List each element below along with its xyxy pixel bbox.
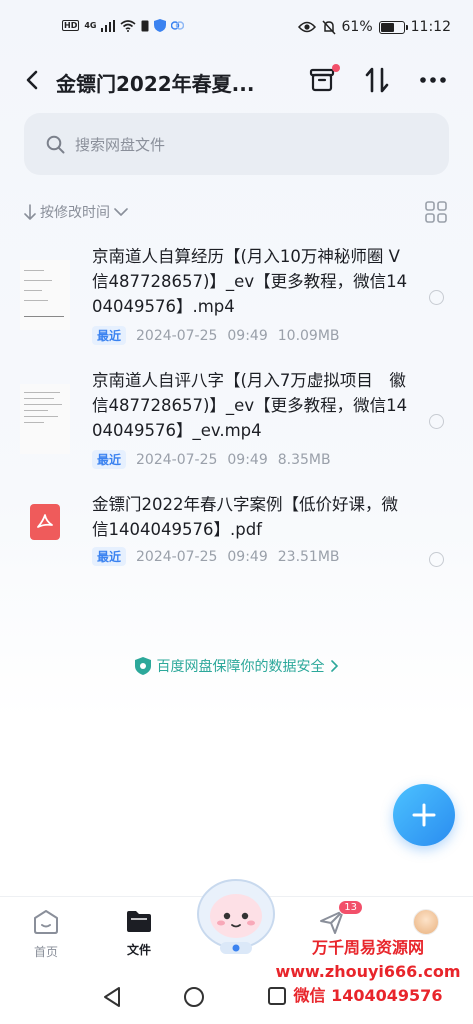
- file-meta: 最近 2024-07-25 09:49 8.35MB: [92, 450, 331, 469]
- system-navigation-bar: [0, 972, 473, 1024]
- file-name: 京南道人自算经历【(月入10万神秘师圈 V信487728657)】_ev【更多教…: [92, 247, 408, 316]
- video-thumbnail-icon: [20, 384, 70, 454]
- tab-messages[interactable]: 13: [302, 900, 363, 938]
- sort-arrows-icon: [365, 67, 389, 93]
- battery-percent: 61%: [341, 19, 373, 35]
- system-home-icon[interactable]: [183, 986, 205, 1008]
- transfer-list-button[interactable]: [306, 64, 340, 96]
- sort-button[interactable]: [361, 64, 393, 96]
- security-notice-text: 百度网盘保障你的数据安全: [156, 659, 325, 675]
- security-notice[interactable]: 百度网盘保障你的数据安全: [0, 656, 473, 676]
- pdf-glyph-icon: [37, 514, 53, 528]
- hd-badge: HD: [62, 20, 80, 31]
- network-type: 4G: [84, 21, 97, 30]
- file-list: 京南道人自算经历【(月入10万神秘师圈 V信487728657)】_ev【更多教…: [0, 236, 473, 594]
- status-left: HD 4G: [62, 19, 185, 32]
- cloud-shield-icon: [134, 657, 151, 675]
- select-checkbox[interactable]: [429, 414, 444, 429]
- app-notification-icon: [171, 21, 185, 30]
- status-right: 61% 11:12: [297, 19, 451, 35]
- tab-profile[interactable]: [396, 909, 456, 935]
- tab-files[interactable]: 文件: [109, 909, 169, 958]
- file-time: 09:49: [227, 327, 268, 344]
- file-time: 09:49: [227, 548, 268, 565]
- recent-badge: 最近: [92, 326, 127, 345]
- recent-badge: 最近: [92, 450, 127, 469]
- unread-count-badge: 13: [338, 900, 363, 915]
- back-button[interactable]: [18, 66, 46, 94]
- file-date: 2024-07-25: [136, 451, 218, 468]
- tab-label: 首页: [33, 945, 58, 959]
- file-meta: 最近 2024-07-25 09:49 23.51MB: [92, 547, 340, 566]
- mute-icon: [321, 19, 336, 35]
- send-icon-wrap: 13: [319, 900, 363, 938]
- file-date: 2024-07-25: [136, 548, 218, 565]
- file-size: 8.35MB: [277, 451, 331, 468]
- tab-home[interactable]: 首页: [16, 909, 76, 960]
- recent-badge: 最近: [92, 547, 127, 566]
- list-item[interactable]: 金镖门2022年春八字案例【低价好课，微信1404049576】.pdf 最近 …: [0, 484, 473, 594]
- search-input[interactable]: 搜索网盘文件: [24, 113, 449, 175]
- file-name: 京南道人自评八字【(月入7万虚拟项目 徽信487728657)】_ev【更多教程…: [92, 371, 408, 440]
- grid-view-icon[interactable]: [425, 201, 447, 223]
- search-icon: [46, 135, 65, 153]
- file-name: 金镖门2022年春八字案例【低价好课，微信1404049576】.pdf: [92, 495, 398, 539]
- system-recents-icon[interactable]: [267, 986, 287, 1006]
- clock: 11:12: [410, 19, 451, 35]
- tab-label: 文件: [126, 943, 151, 957]
- avatar: [413, 909, 439, 935]
- sort-dropdown[interactable]: 按修改时间: [40, 202, 110, 222]
- shield-icon: [154, 19, 167, 32]
- file-size: 23.51MB: [277, 548, 340, 565]
- list-item[interactable]: 京南道人自算经历【(月入10万神秘师圈 V信487728657)】_ev【更多教…: [0, 236, 473, 360]
- notification-dot: [332, 64, 340, 72]
- more-button[interactable]: [417, 64, 449, 96]
- battery-level: [380, 22, 394, 32]
- plus-icon: [412, 803, 436, 827]
- add-button[interactable]: [393, 784, 455, 846]
- signal-icon: [101, 19, 116, 32]
- file-time: 09:49: [227, 451, 268, 468]
- list-item[interactable]: 京南道人自评八字【(月入7万虚拟项目 徽信487728657)】_ev【更多教程…: [0, 360, 473, 484]
- folder-icon: [127, 911, 151, 932]
- sort-row: 按修改时间: [24, 198, 449, 226]
- file-size: 10.09MB: [277, 327, 340, 344]
- select-checkbox[interactable]: [429, 290, 444, 305]
- file-date: 2024-07-25: [136, 327, 218, 344]
- select-checkbox[interactable]: [429, 552, 444, 567]
- chevron-left-icon: [26, 70, 38, 90]
- nav-bar: 金镖门2022年春夏...: [0, 56, 473, 108]
- search-placeholder: 搜索网盘文件: [75, 135, 166, 154]
- file-meta: 最近 2024-07-25 09:49 10.09MB: [92, 326, 340, 345]
- chevron-down-icon: [114, 207, 128, 216]
- watermark-line-1: 万千周易资源网: [311, 938, 424, 957]
- chevron-right-icon: [330, 660, 338, 672]
- battery-icon: [378, 20, 408, 34]
- home-face-icon: [34, 910, 58, 934]
- eye-icon: [297, 21, 316, 33]
- arrow-down-icon: [24, 204, 36, 220]
- video-thumbnail-icon: [20, 260, 70, 330]
- system-back-icon[interactable]: [102, 986, 122, 1008]
- archive-box-icon: [309, 68, 335, 92]
- more-dots-icon: [420, 77, 446, 83]
- status-bar: HD 4G 61% 11:12: [0, 0, 473, 56]
- page-title: 金镖门2022年春夏...: [56, 72, 255, 96]
- pdf-icon: [30, 504, 60, 540]
- wifi-icon: [120, 19, 137, 32]
- sim-icon: [141, 20, 149, 31]
